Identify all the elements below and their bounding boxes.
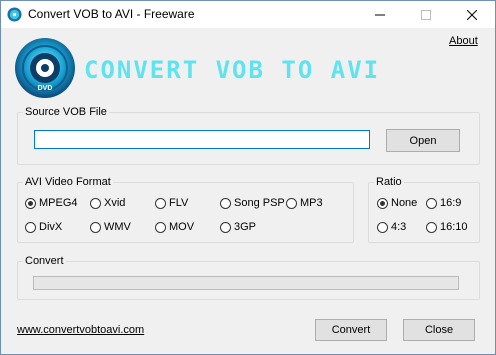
format-radio-divx[interactable]: DivX — [25, 221, 62, 233]
radio-dot — [377, 197, 388, 209]
close-icon — [467, 9, 477, 20]
convert-group-title: Convert — [25, 255, 64, 267]
radio-dot — [155, 221, 166, 233]
ratio-radio-16-9[interactable]: 16:9 — [426, 197, 461, 209]
window-title: Convert VOB to AVI - Freeware — [28, 7, 195, 21]
format-radio-flv[interactable]: FLV — [155, 197, 188, 209]
convert-progress-bar — [33, 276, 459, 290]
radio-dot — [286, 197, 297, 209]
close-button[interactable]: Close — [403, 319, 475, 341]
radio-dot — [220, 197, 231, 209]
minimize-icon — [375, 14, 385, 15]
radio-dot — [426, 221, 437, 233]
ratio-radio-none[interactable]: None — [377, 197, 417, 209]
convert-button[interactable]: Convert — [315, 319, 387, 341]
maximize-icon — [421, 9, 431, 20]
format-radio-wmv[interactable]: WMV — [90, 221, 131, 233]
logo-title: CONVERT VOB TO AVI — [84, 56, 381, 84]
ratio-radio-16-10[interactable]: 16:10 — [426, 221, 468, 233]
ratio-radio-4-3[interactable]: 4:3 — [377, 221, 406, 233]
radio-dot — [25, 197, 36, 209]
format-radio-mpeg4[interactable]: MPEG4 — [25, 197, 78, 209]
maximize-button[interactable] — [403, 1, 449, 28]
dvd-label: DVD — [38, 85, 53, 92]
format-radio-xvid[interactable]: Xvid — [90, 197, 125, 209]
radio-dot — [426, 197, 437, 209]
avi-format-group-title: AVI Video Format — [25, 176, 111, 188]
close-window-button[interactable] — [449, 1, 495, 28]
website-link[interactable]: www.convertvobtoavi.com — [17, 324, 144, 336]
app-disc-icon — [7, 7, 22, 22]
minimize-button[interactable] — [357, 1, 403, 28]
source-vob-group-title: Source VOB File — [25, 106, 107, 118]
format-radio-3gp[interactable]: 3GP — [220, 221, 256, 233]
radio-dot — [155, 197, 166, 209]
dvd-logo-icon: DVD — [15, 38, 75, 98]
radio-dot — [90, 197, 101, 209]
radio-dot — [25, 221, 36, 233]
source-file-input[interactable] — [34, 130, 370, 149]
open-button[interactable]: Open — [386, 129, 460, 152]
ratio-group-title: Ratio — [376, 176, 402, 188]
format-radio-mov[interactable]: MOV — [155, 221, 194, 233]
format-radio-song-psp[interactable]: Song PSP — [220, 197, 285, 209]
title-bar[interactable]: Convert VOB to AVI - Freeware — [0, 0, 496, 28]
radio-dot — [90, 221, 101, 233]
format-radio-mp3[interactable]: MP3 — [286, 197, 323, 209]
radio-dot — [377, 221, 388, 233]
about-link[interactable]: About — [449, 35, 478, 47]
radio-dot — [220, 221, 231, 233]
